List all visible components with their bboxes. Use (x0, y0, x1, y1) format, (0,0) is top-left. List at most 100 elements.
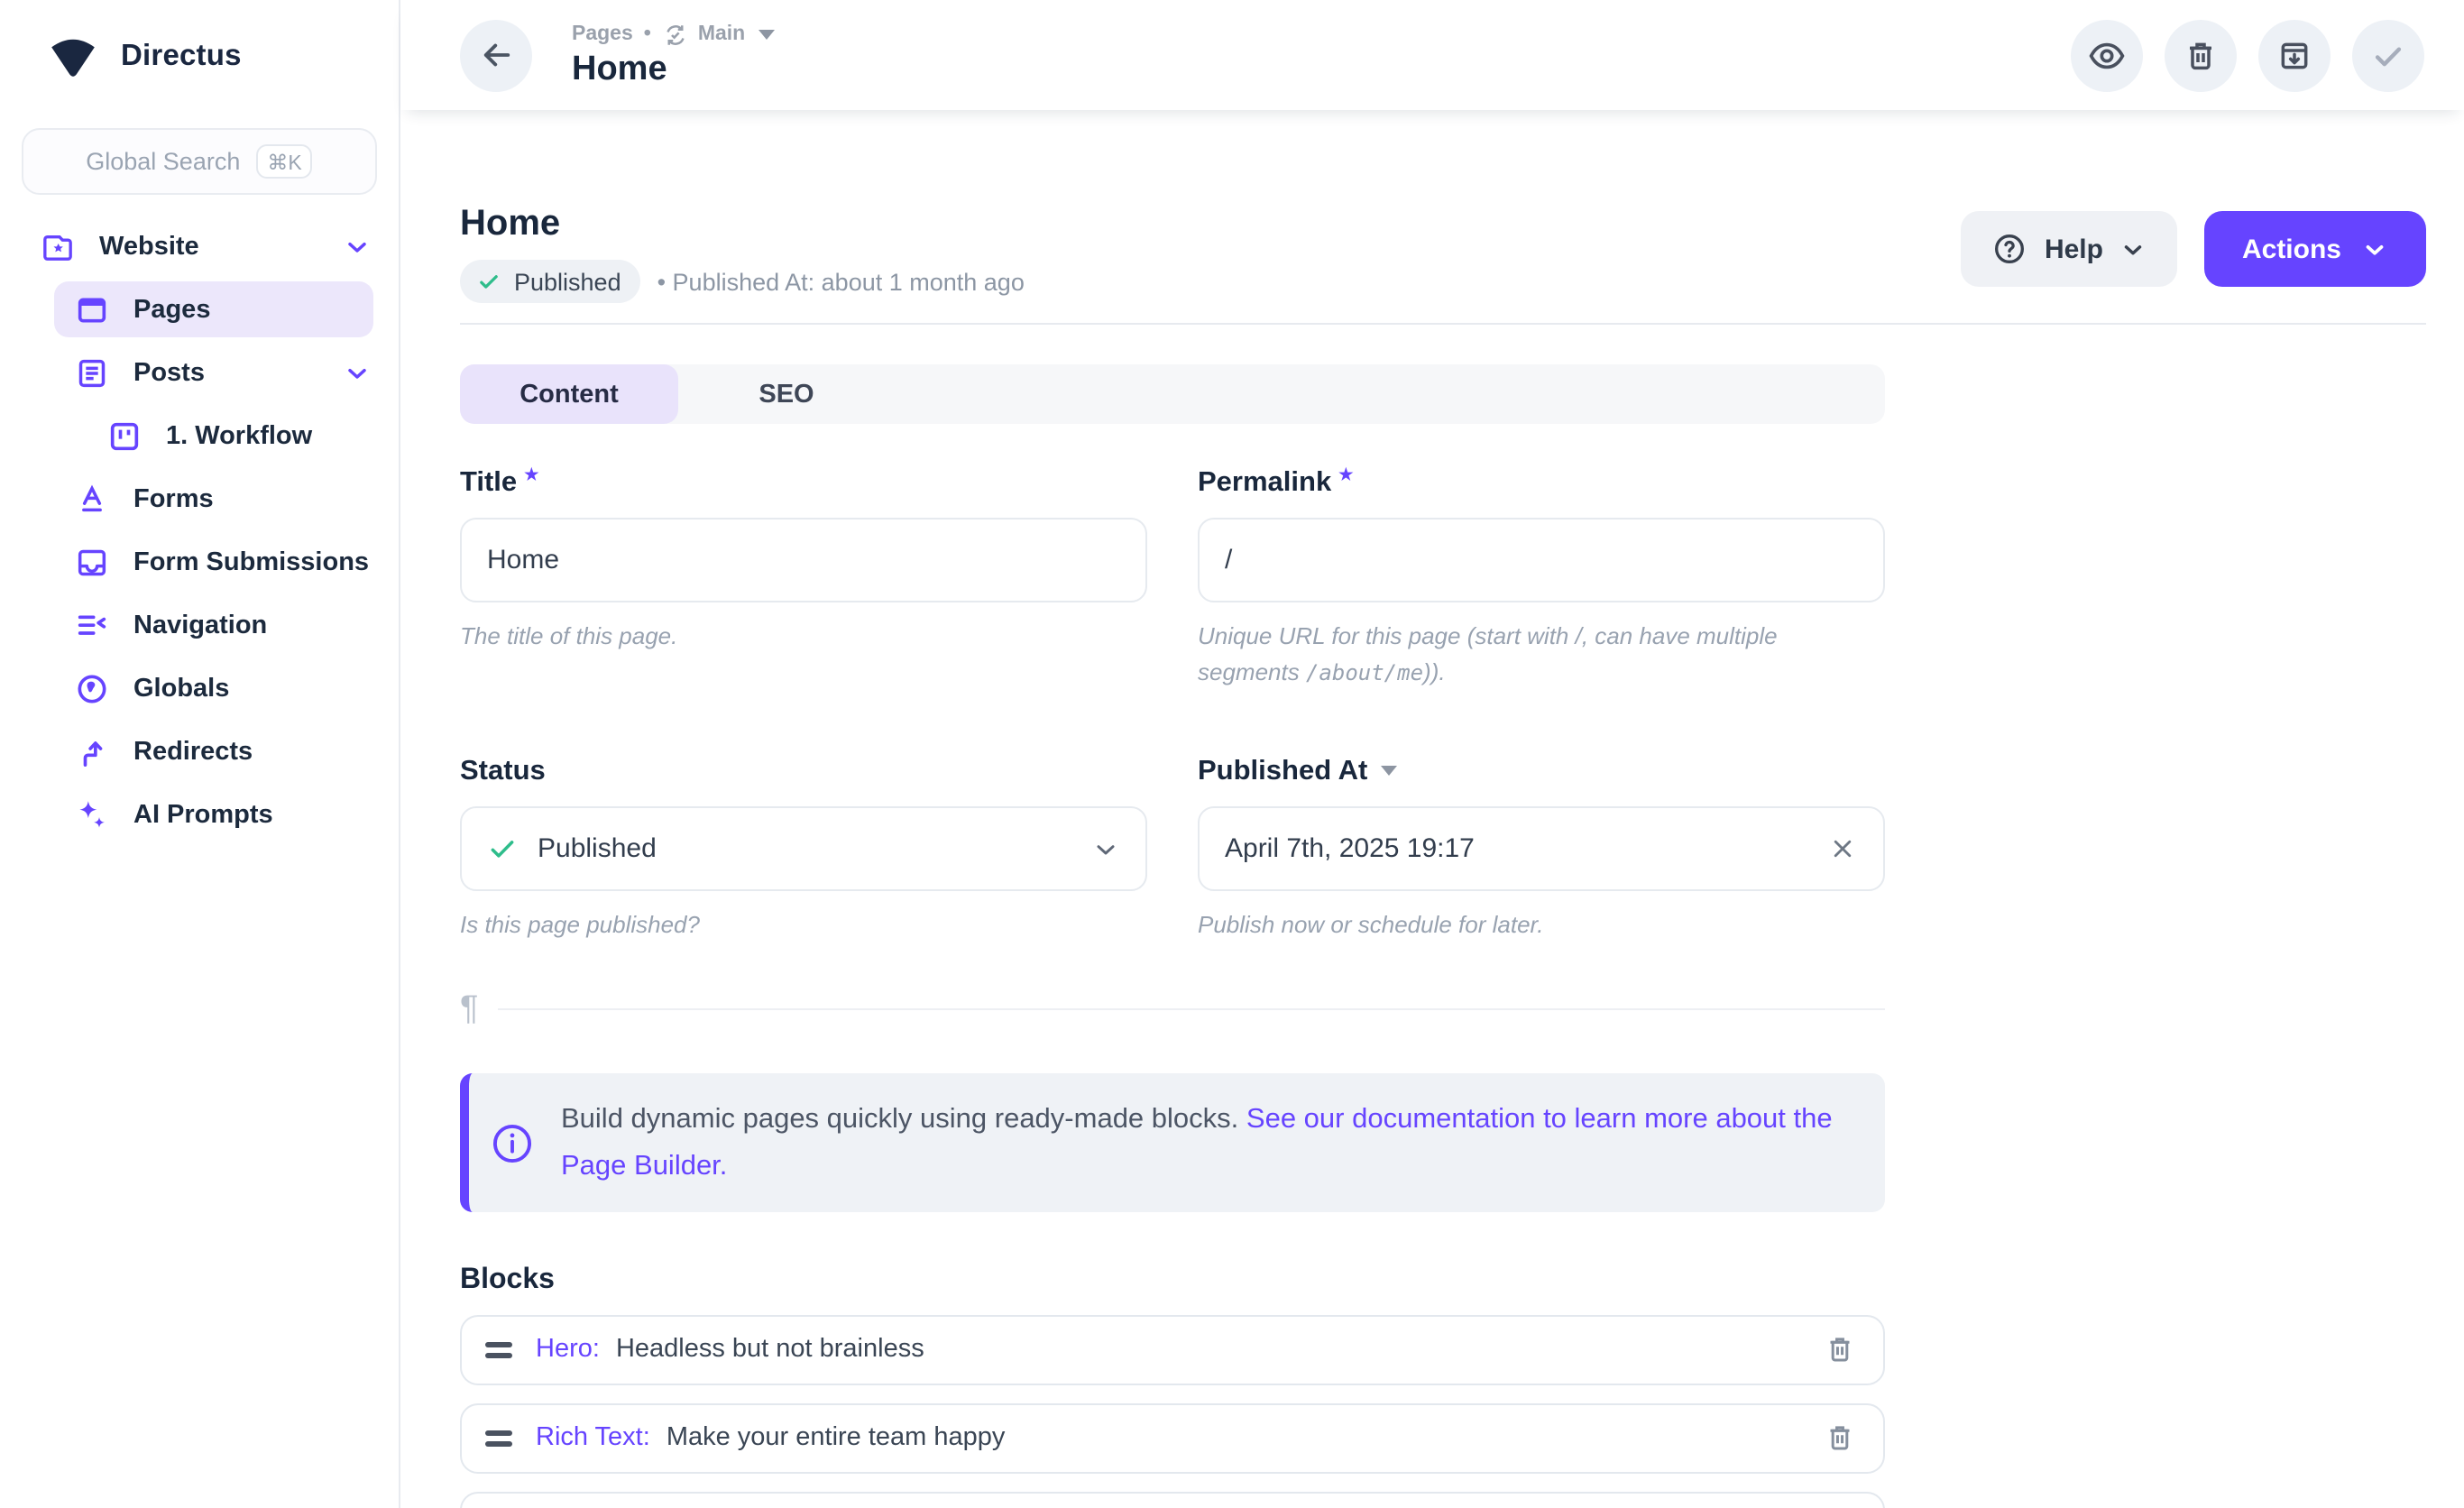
block-type-link[interactable]: Rich Text: (536, 1424, 650, 1453)
sidebar-item-website[interactable]: Website (25, 215, 373, 278)
field-label: Status (460, 757, 1147, 789)
sidebar-item-redirects[interactable]: Redirects (25, 720, 373, 783)
sidebar-item-label: Redirects (133, 737, 253, 766)
help-label: Help (2045, 234, 2103, 264)
published-at-value: April 7th, 2025 19:17 (1225, 834, 1827, 865)
check-icon (476, 269, 501, 294)
eye-icon (2087, 35, 2127, 75)
sidebar-item-forms[interactable]: Forms (25, 467, 373, 530)
chevron-down-icon[interactable] (343, 358, 372, 387)
info-icon (489, 1119, 536, 1166)
back-button[interactable] (460, 19, 532, 91)
sidebar-item-pages[interactable]: Pages (54, 281, 373, 337)
pilcrow-icon: ¶ (460, 993, 478, 1027)
global-search-input[interactable]: Global Search ⌘K (22, 128, 377, 195)
version-sync-icon (662, 21, 689, 48)
field-label-text: Title (460, 467, 517, 500)
tab-content[interactable]: Content (460, 364, 678, 424)
brand-logo-row[interactable]: Directus (0, 0, 399, 78)
sidebar-item-label: AI Prompts (133, 800, 273, 829)
trash-icon[interactable] (1824, 1422, 1856, 1455)
topbar-title: Home (572, 50, 776, 89)
chevron-down-icon (2119, 235, 2147, 262)
sidebar-item-form-submissions[interactable]: Form Submissions (25, 530, 373, 593)
save-button[interactable] (2352, 19, 2424, 91)
topbar: Pages • Main Home (400, 0, 2464, 110)
drag-handle-icon[interactable] (485, 1430, 512, 1446)
directus-logo-icon (49, 36, 97, 78)
title-value: Home (487, 545, 1120, 575)
field-helper: The title of this page. (460, 619, 1147, 655)
block-row-rich-text[interactable]: Rich Text: Make your entire team happy (460, 1403, 1885, 1474)
question-circle-icon (1992, 231, 2028, 267)
chevron-down-icon[interactable] (343, 232, 372, 261)
tab-seo[interactable]: SEO (678, 364, 895, 424)
permalink-value: / (1225, 545, 1858, 575)
field-published-at: Published At April 7th, 2025 19:17 Publi… (1198, 757, 1885, 944)
field-label: Permalink ★ (1198, 467, 1885, 500)
chevron-down-icon (2361, 235, 2388, 262)
breadcrumb-collection[interactable]: Pages (572, 23, 633, 45)
status-select[interactable]: Published (460, 807, 1147, 892)
clear-x-icon[interactable] (1827, 834, 1858, 865)
help-button[interactable]: Help (1962, 211, 2177, 287)
permalink-input[interactable]: / (1198, 518, 1885, 602)
published-meta: • Published At: about 1 month ago (657, 268, 1025, 295)
sidebar-item-posts[interactable]: Posts (25, 341, 373, 404)
sidebar-item-label: 1. Workflow (166, 421, 312, 450)
block-row-hero[interactable]: Hero: Headless but not brainless (460, 1315, 1885, 1385)
archive-button[interactable] (2258, 19, 2331, 91)
notice-message: Build dynamic pages quickly using ready-… (561, 1105, 1238, 1136)
search-placeholder: Global Search (86, 148, 240, 175)
field-helper: Unique URL for this page (start with /, … (1198, 619, 1885, 692)
block-row-gallery[interactable]: Gallery: Check out some of our latest te… (460, 1492, 1885, 1508)
sidebar-item-label: Globals (133, 674, 229, 703)
content-header: Home Published • Published At: about 1 m… (460, 204, 2426, 303)
header-divider (460, 323, 2426, 325)
trash-icon (2183, 37, 2219, 73)
page-builder-notice: Build dynamic pages quickly using ready-… (460, 1074, 1885, 1212)
tab-label: SEO (759, 380, 814, 409)
trash-icon[interactable] (1824, 1334, 1856, 1366)
header-buttons: Help Actions (1962, 211, 2426, 287)
block-title: Make your entire team happy (667, 1424, 1006, 1453)
content-scroll: Home Published • Published At: about 1 m… (400, 110, 2464, 1508)
globe-icon (74, 670, 110, 706)
delete-button[interactable] (2165, 19, 2237, 91)
field-label: Published At (1198, 757, 1885, 789)
sidebar-item-globals[interactable]: Globals (25, 657, 373, 720)
status-value: Published (538, 834, 1091, 865)
caret-down-icon[interactable] (1380, 764, 1398, 778)
app-window: Directus Global Search ⌘K Website Pages (0, 0, 2464, 1508)
sidebar-item-navigation[interactable]: Navigation (25, 593, 373, 657)
actions-button[interactable]: Actions (2204, 211, 2426, 287)
tab-label: Content (519, 380, 619, 409)
field-status: Status Published Is this page published? (460, 757, 1147, 944)
sidebar-item-workflow[interactable]: 1. Workflow (25, 404, 373, 467)
field-permalink: Permalink ★ / Unique URL for this page (… (1198, 467, 1885, 692)
caret-down-icon[interactable] (758, 27, 776, 41)
chevron-down-icon[interactable] (1091, 835, 1120, 864)
preview-button[interactable] (2071, 19, 2143, 91)
folder-star-icon (40, 228, 76, 264)
status-badge-label: Published (514, 268, 621, 295)
breadcrumb-version[interactable]: Main (698, 23, 745, 45)
field-label-text: Status (460, 757, 546, 789)
sidebar-item-ai-prompts[interactable]: AI Prompts (25, 783, 373, 846)
sidebar-item-label: Navigation (133, 611, 267, 639)
notice-text: Build dynamic pages quickly using ready-… (561, 1098, 1849, 1189)
sidebar-item-label: Pages (133, 295, 210, 324)
blocks-heading: Blocks (460, 1264, 2426, 1297)
drag-handle-icon[interactable] (485, 1342, 512, 1357)
inbox-icon (74, 544, 110, 580)
field-title: Title ★ Home The title of this page. (460, 467, 1147, 692)
published-at-input[interactable]: April 7th, 2025 19:17 (1198, 807, 1885, 892)
sidebar-nav: Website Pages Posts (0, 215, 399, 846)
breadcrumb[interactable]: Pages • Main (572, 21, 776, 48)
sidebar-item-label: Forms (133, 484, 214, 513)
title-input[interactable]: Home (460, 518, 1147, 602)
sparkles-icon (74, 796, 110, 832)
block-type-link[interactable]: Hero: (536, 1336, 600, 1365)
page-title: Home (460, 204, 1025, 245)
helper-text: )). (1423, 658, 1446, 685)
